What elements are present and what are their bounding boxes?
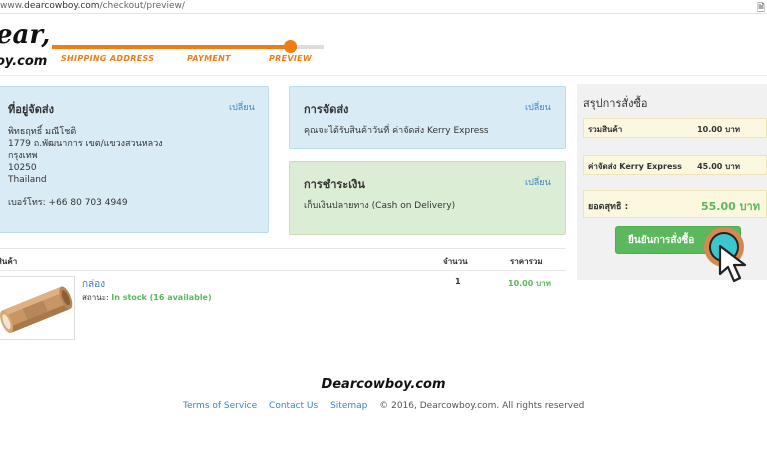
step-shipping-address: SHIPPING ADDRESS bbox=[61, 54, 155, 63]
footer-links: Terms of Service Contact Us Sitemap © 20… bbox=[183, 401, 584, 411]
product-name-link[interactable]: กล่อง bbox=[82, 277, 105, 292]
shipping-panel: การจัดส่ง เปลี่ยน คุณจะได้รับสินค้าวันที… bbox=[289, 86, 566, 149]
change-payment-link[interactable]: เปลี่ยน bbox=[525, 175, 551, 189]
grand-total-row: ยอดสุทธิ : 55.00 บาท bbox=[583, 190, 767, 218]
address-title: ที่อยู่จัดส่ง bbox=[8, 103, 54, 116]
address-phone: เบอร์โทร: +66 80 703 4949 bbox=[8, 198, 128, 208]
product-quantity: 1 bbox=[455, 277, 461, 286]
address-street: 1779 ถ.พัฒนาการ เขต/แขวงสวนหลวง bbox=[8, 139, 163, 149]
address-bar[interactable]: www.dearcowboy.com/checkout/preview/ 🗎 bbox=[0, 0, 767, 14]
address-city: กรุงเทพ bbox=[8, 151, 38, 161]
cardboard-tube-image bbox=[0, 277, 74, 339]
product-price: 10.00 บาท bbox=[508, 279, 551, 288]
column-header-product: สินค้า bbox=[0, 257, 18, 266]
footer-brand: Dearcowboy.com bbox=[321, 377, 446, 392]
subtotal-value: 10.00 บาท bbox=[697, 125, 740, 134]
grand-total-label: ยอดสุทธิ : bbox=[588, 202, 629, 212]
shipping-fee-value: 45.00 บาท bbox=[697, 162, 740, 171]
sitemap-link[interactable]: Sitemap bbox=[330, 401, 367, 411]
url-text[interactable]: www.dearcowboy.com/checkout/preview/ bbox=[0, 1, 185, 11]
payment-panel: การชำระเงิน เปลี่ยน เก็บเงินปลายทาง (Cas… bbox=[289, 161, 566, 235]
checkout-header: ear, oy.com SHIPPING ADDRESS PAYMENT PRE… bbox=[0, 14, 767, 76]
table-top-border bbox=[0, 248, 566, 249]
copyright-text: © 2016, Dearcowboy.com. All rights reser… bbox=[379, 401, 585, 411]
order-summary-title: สรุปการสั่งซื้อ bbox=[583, 97, 648, 110]
shipping-fee-label: ค่าจัดส่ง Kerry Express bbox=[588, 162, 682, 171]
payment-method: เก็บเงินปลายทาง (Cash on Delivery) bbox=[304, 201, 456, 211]
shipping-description: คุณจะได้รับสินค้าวันที่ ค่าจัดส่ง Kerry … bbox=[304, 126, 489, 136]
subtotal-row: รวมสินค้า 10.00 บาท bbox=[583, 118, 767, 138]
subtotal-label: รวมสินค้า bbox=[588, 125, 623, 134]
payment-title: การชำระเงิน bbox=[304, 178, 365, 191]
site-logo[interactable]: ear, oy.com bbox=[0, 16, 56, 72]
recipient-name: พิทธฤทธิ์ มณีโชติ bbox=[8, 127, 77, 137]
change-shipping-link[interactable]: เปลี่ยน bbox=[525, 100, 551, 114]
current-step-marker bbox=[284, 40, 297, 53]
column-header-quantity: จำนวน bbox=[443, 257, 468, 266]
terms-of-service-link[interactable]: Terms of Service bbox=[183, 401, 257, 411]
column-header-total: ราคารวม bbox=[510, 257, 543, 266]
table-header-border bbox=[0, 270, 566, 271]
address-panel: ที่อยู่จัดส่ง เปลี่ยน พิทธฤทธิ์ มณีโชติ … bbox=[0, 86, 269, 233]
stock-status: In stock (16 available) bbox=[111, 293, 212, 302]
address-postcode: 10250 bbox=[8, 163, 37, 173]
shipping-fee-row: ค่าจัดส่ง Kerry Express 45.00 บาท bbox=[583, 155, 767, 175]
grand-total-value: 55.00 บาท bbox=[700, 200, 760, 213]
step-payment: PAYMENT bbox=[187, 54, 231, 63]
change-address-link[interactable]: เปลี่ยน bbox=[229, 100, 255, 114]
pointer-cursor-icon bbox=[718, 244, 747, 283]
product-status: สถานะ: In stock (16 available) bbox=[82, 293, 212, 302]
shipping-title: การจัดส่ง bbox=[304, 103, 349, 116]
product-thumbnail[interactable] bbox=[0, 276, 75, 340]
contact-us-link[interactable]: Contact Us bbox=[269, 401, 318, 411]
address-country: Thailand bbox=[8, 175, 47, 185]
step-preview: PREVIEW bbox=[269, 54, 313, 63]
progress-fill bbox=[52, 45, 292, 49]
